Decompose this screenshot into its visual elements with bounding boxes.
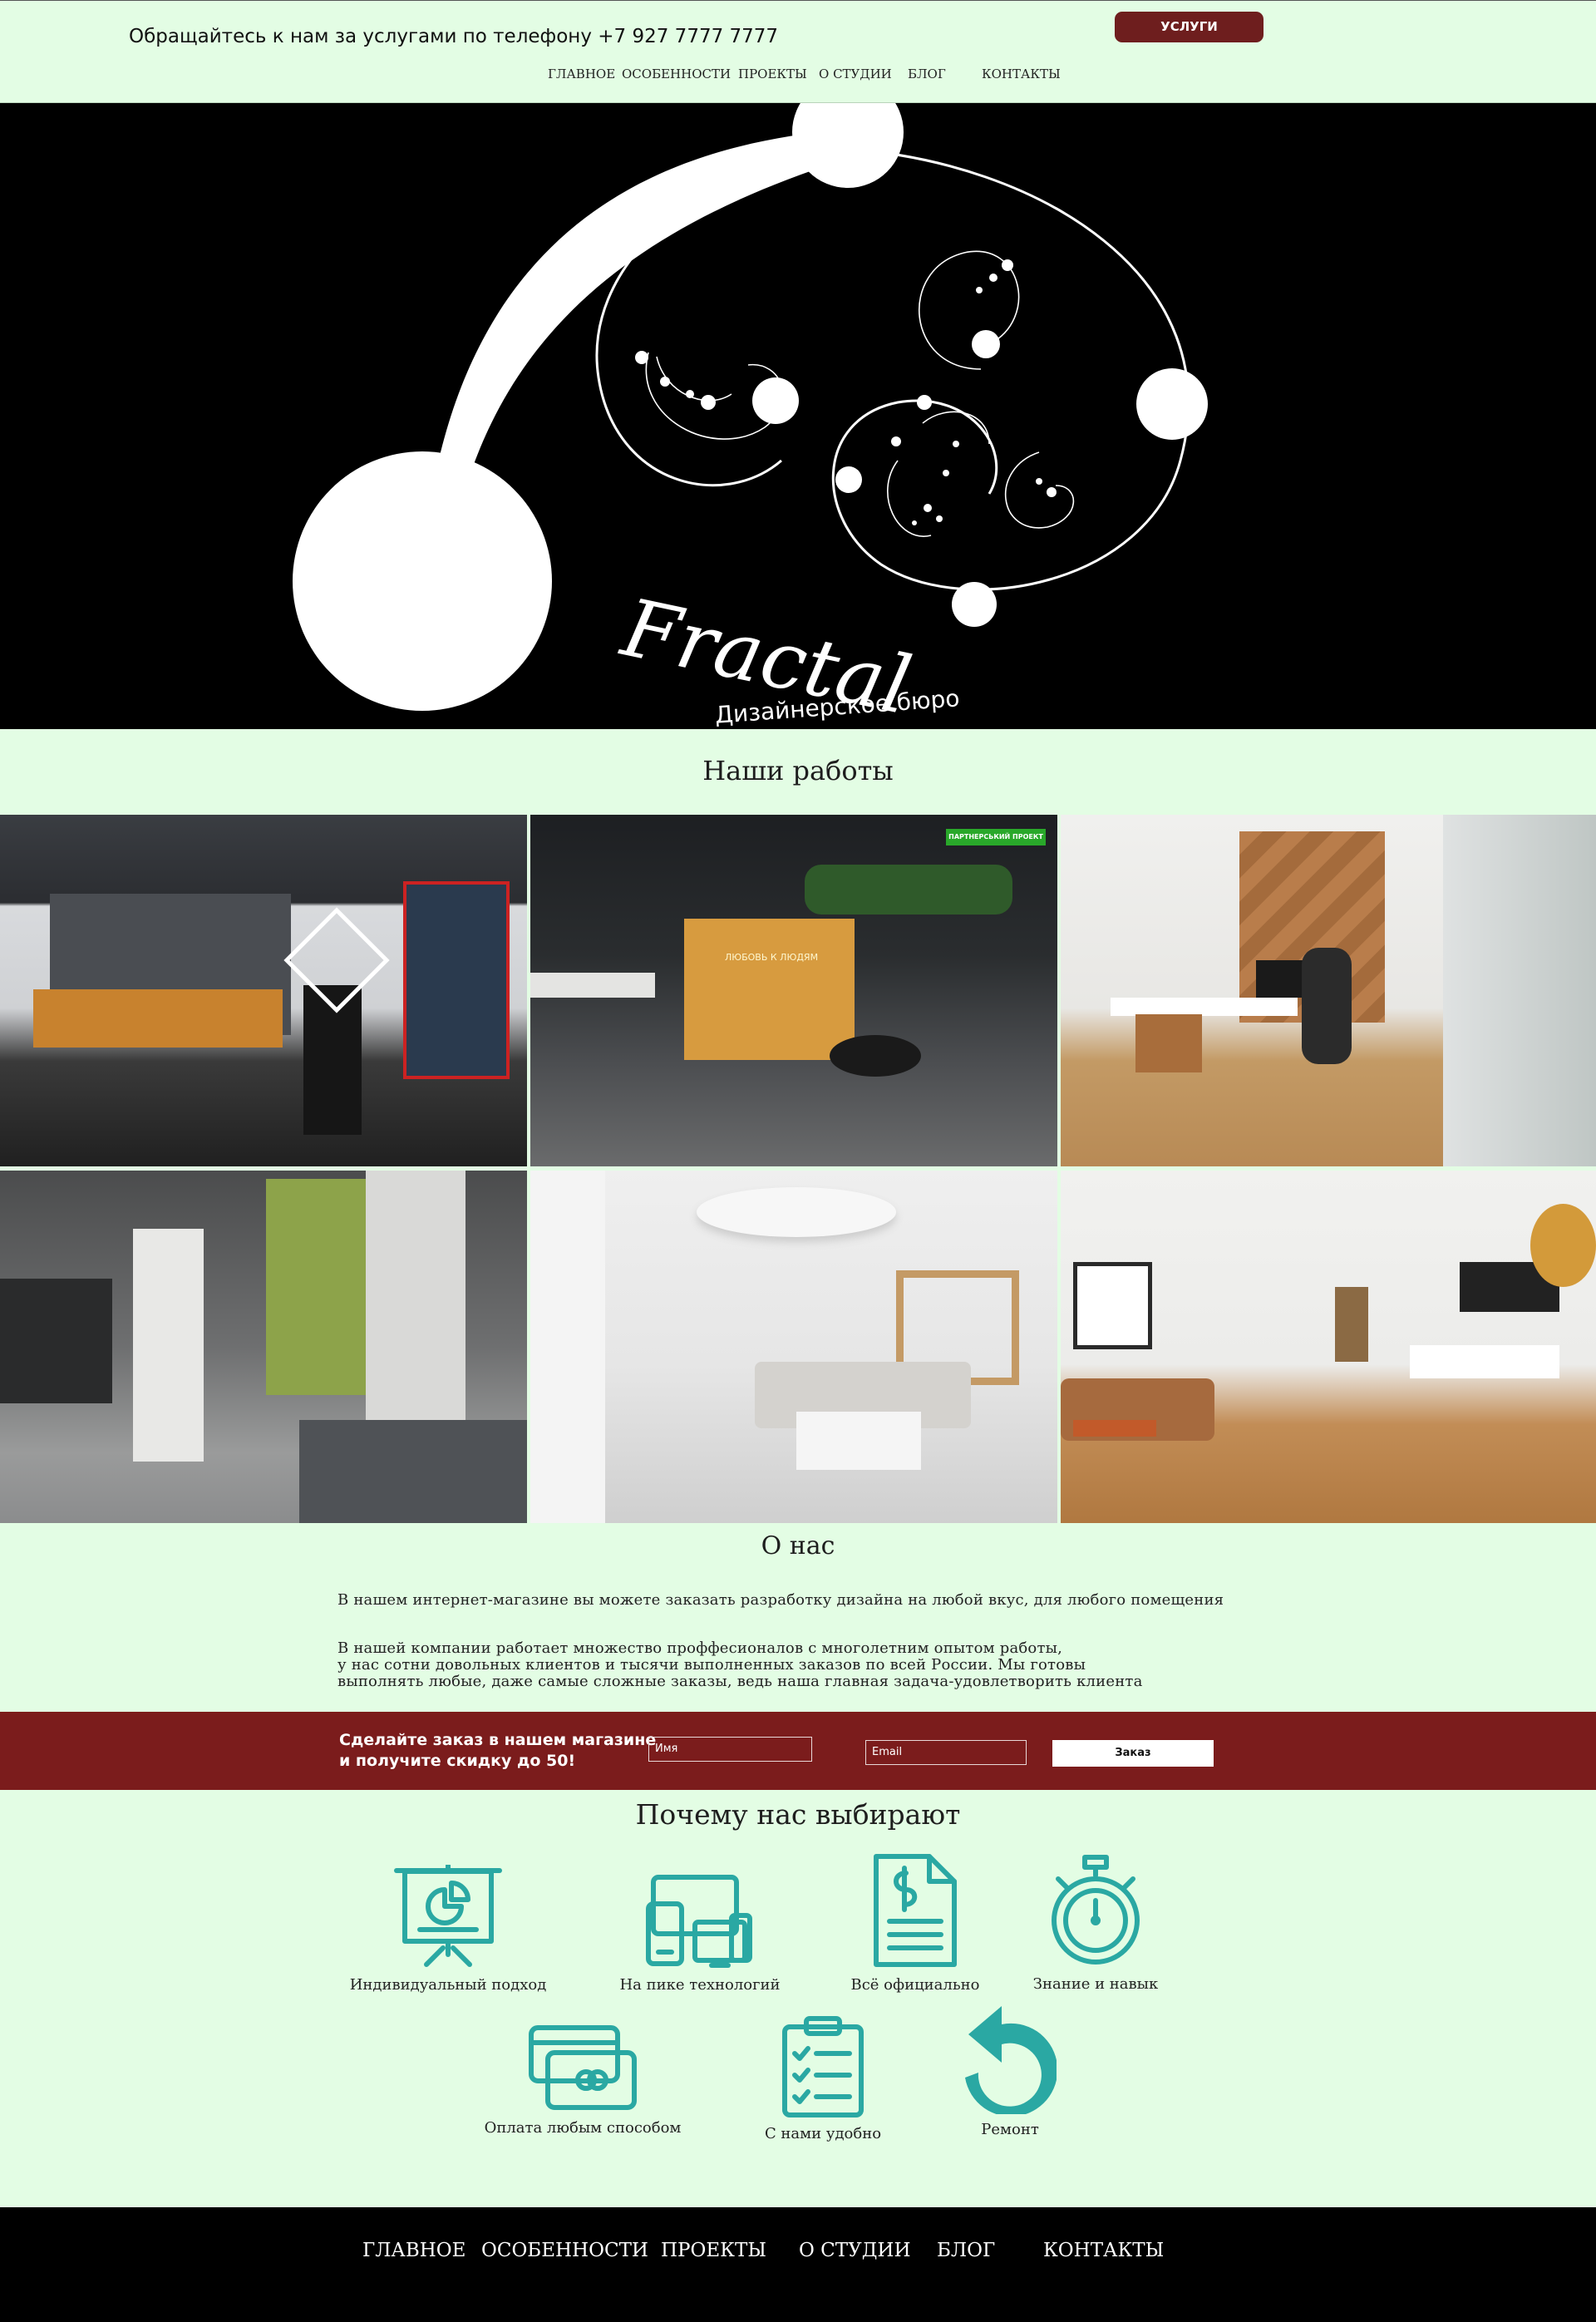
feature-skills: Знание и навык bbox=[971, 1854, 1220, 1993]
checklist-clipboard-icon bbox=[782, 2016, 864, 2117]
feature-individual: Индивидуальный подход bbox=[323, 1865, 573, 1994]
feature-label: Оплата любым способом bbox=[484, 2119, 682, 2137]
project-photo-apartment[interactable] bbox=[1061, 1171, 1596, 1523]
site-footer: ГЛАВНОЕ ОСОБЕННОСТИ ПРОЕКТЫ О СТУДИИ БЛО… bbox=[0, 2207, 1596, 2322]
credit-cards-icon bbox=[529, 2025, 637, 2110]
project-photo-living-dark[interactable] bbox=[0, 1171, 527, 1523]
feature-payment: Оплата любым способом bbox=[458, 2024, 707, 2137]
about-paragraph-2-line-3: выполнять любые, даже самые сложные зака… bbox=[337, 1673, 1143, 1690]
footer-nav-projects[interactable]: ПРОЕКТЫ bbox=[661, 2240, 766, 2261]
phone-contact-text: Обращайтесь к нам за услугами по телефон… bbox=[129, 26, 779, 47]
nav-item-blog[interactable]: БЛОГ bbox=[908, 67, 946, 81]
refresh-arrow-icon bbox=[965, 2006, 1057, 2114]
feature-technology: На пике технологий bbox=[575, 1874, 825, 1994]
partner-badge: ПАРТНЕРСЬКИЙ ПРОЕКТ bbox=[946, 829, 1046, 845]
order-submit-button[interactable]: Заказ bbox=[1052, 1740, 1214, 1767]
project-gallery: ЛЮБОВЬ К ЛЮДЯМ ПАРТНЕРСЬКИЙ ПРОЕКТ bbox=[0, 815, 1596, 1523]
order-form-band: Сделайте заказ в нашем магазине и получи… bbox=[0, 1712, 1596, 1790]
order-promo-line-1: Сделайте заказ в нашем магазине bbox=[339, 1731, 657, 1749]
about-title: О нас bbox=[761, 1531, 835, 1560]
order-promo-text: Сделайте заказ в нашем магазине и получи… bbox=[339, 1730, 656, 1772]
footer-nav-about[interactable]: О СТУДИИ bbox=[799, 2240, 911, 2261]
nav-item-home[interactable]: ГЛАВНОЕ bbox=[548, 67, 615, 81]
about-paragraph-2-line-2: у нас сотни довольных клиентов и тысячи … bbox=[337, 1656, 1086, 1674]
email-input[interactable]: Email bbox=[865, 1740, 1027, 1765]
stopwatch-icon bbox=[1052, 1855, 1140, 1965]
services-button[interactable]: УСЛУГИ bbox=[1115, 12, 1264, 42]
footer-nav-blog[interactable]: БЛОГ bbox=[937, 2240, 995, 2261]
project-photo-living-white[interactable] bbox=[530, 1171, 1057, 1523]
document-dollar-icon bbox=[874, 1854, 957, 1967]
devices-icon bbox=[646, 1875, 752, 1968]
neon-sign-text: ЛЮБОВЬ К ЛЮДЯМ bbox=[724, 952, 819, 963]
footer-nav-home[interactable]: ГЛАВНОЕ bbox=[362, 2240, 466, 2261]
nav-item-projects[interactable]: ПРОЕКТЫ bbox=[738, 67, 807, 81]
feature-label: На пике технологий bbox=[619, 1976, 781, 1994]
footer-nav-contacts[interactable]: КОНТАКТЫ bbox=[1043, 2240, 1164, 2261]
about-paragraph-1: В нашем интернет-магазине вы можете зака… bbox=[337, 1591, 1224, 1609]
footer-nav-features[interactable]: ОСОБЕННОСТИ bbox=[481, 2240, 648, 2261]
order-promo-line-2: и получите скидку до 50! bbox=[339, 1752, 576, 1770]
nav-item-about[interactable]: О СТУДИИ bbox=[819, 67, 892, 81]
project-photo-home-office[interactable] bbox=[1061, 815, 1596, 1166]
site-header: Обращайтесь к нам за услугами по телефон… bbox=[0, 0, 1596, 103]
project-photo-cafe[interactable]: ЛЮБОВЬ К ЛЮДЯМ ПАРТНЕРСЬКИЙ ПРОЕКТ bbox=[530, 815, 1057, 1166]
feature-repair: Ремонт bbox=[885, 2006, 1135, 2138]
about-paragraph-2-line-1: В нашей компании работает множество проф… bbox=[337, 1639, 1063, 1657]
feature-label: Индивидуальный подход bbox=[349, 1976, 547, 1994]
works-title: Наши работы bbox=[702, 755, 894, 786]
presentation-board-icon bbox=[394, 1865, 502, 1967]
fractal-logo-art: Fractal Дизайнерское бюро bbox=[293, 103, 1208, 729]
feature-label: Знание и навык bbox=[1032, 1975, 1159, 1993]
nav-item-features[interactable]: ОСОБЕННОСТИ bbox=[622, 67, 731, 81]
name-input[interactable]: Имя bbox=[648, 1737, 812, 1762]
features-title: Почему нас выбирают bbox=[635, 1798, 961, 1831]
hero-banner: Fractal Дизайнерское бюро bbox=[0, 103, 1596, 729]
feature-label: Ремонт bbox=[981, 2121, 1039, 2138]
project-photo-store[interactable] bbox=[0, 815, 527, 1166]
nav-item-contacts[interactable]: КОНТАКТЫ bbox=[982, 67, 1061, 81]
